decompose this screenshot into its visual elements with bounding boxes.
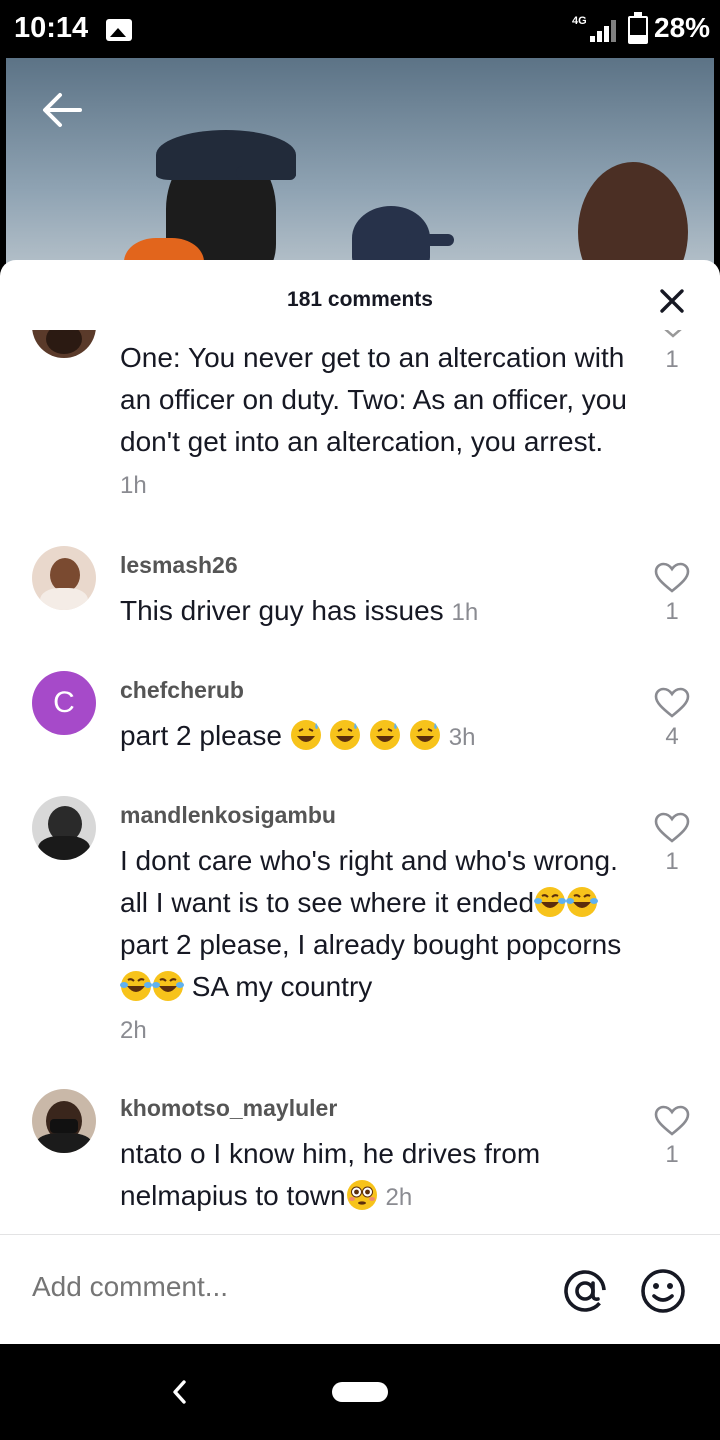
like-count: 1	[665, 598, 679, 625]
like-count: 4	[665, 723, 679, 750]
like-count: 1	[665, 848, 679, 875]
at-icon[interactable]	[562, 1268, 608, 1314]
comment-time: 2h	[385, 1184, 413, 1211]
avatar[interactable]	[32, 330, 96, 358]
tears-of-joy-emoji-icon	[534, 887, 567, 917]
comments-list[interactable]: One: You never get to an altercation wit…	[0, 330, 720, 1234]
comment-time: 2h	[120, 1017, 147, 1044]
grinning-sweat-emoji-icon	[410, 720, 441, 750]
avatar[interactable]	[32, 1089, 96, 1153]
comment-time: 1h	[451, 599, 479, 626]
comments-sheet: 181 comments One: You never get to an al…	[0, 260, 720, 1344]
avatar[interactable]: C	[32, 671, 96, 735]
heart-icon[interactable]	[654, 687, 690, 719]
like-count: 1	[665, 1141, 679, 1168]
comment-username[interactable]: lesmash26	[120, 552, 238, 579]
battery-icon	[628, 12, 648, 44]
comment-time: 1h	[120, 472, 147, 499]
comment-username[interactable]: chefcherub	[120, 677, 244, 704]
tears-of-joy-emoji-icon	[120, 971, 152, 1001]
comment-input[interactable]	[32, 1271, 512, 1303]
comment-body-end: SA my country	[184, 971, 373, 1002]
video-thumbnail[interactable]	[6, 58, 714, 278]
grinning-sweat-emoji-icon	[290, 720, 321, 750]
heart-icon[interactable]	[654, 562, 690, 594]
comment-body: One: You never get to an altercation wit…	[120, 342, 627, 457]
close-icon[interactable]	[658, 287, 686, 315]
comment-body-cont: part 2 please, I already bought popcorns	[120, 929, 622, 960]
like-count: 1	[665, 346, 679, 373]
flushed-emoji-icon	[346, 1180, 377, 1210]
video-person-2-cap-brim	[406, 234, 454, 246]
avatar[interactable]	[32, 546, 96, 610]
system-nav-bar	[0, 1344, 720, 1440]
comment-text: This driver guy has issues 1h	[120, 590, 630, 634]
comment-time: 3h	[448, 724, 476, 751]
nav-back-icon[interactable]	[168, 1372, 192, 1412]
comment-body: This driver guy has issues	[120, 595, 444, 626]
tears-of-joy-emoji-icon	[152, 971, 184, 1001]
nav-home-pill[interactable]	[332, 1382, 388, 1402]
comment-text: part 2 please 3h	[120, 715, 630, 759]
comment-username[interactable]: mandlenkosigambu	[120, 802, 336, 829]
tears-of-joy-emoji-icon	[566, 887, 599, 917]
heart-icon[interactable]	[654, 1105, 690, 1137]
grinning-sweat-emoji-icon	[330, 720, 361, 750]
image-notification-icon	[106, 19, 132, 41]
status-bar: 10:14 4G 28%	[0, 0, 720, 60]
network-type-label: 4G	[572, 15, 587, 27]
comment-username[interactable]: khomotso_mayluler	[120, 1095, 337, 1122]
comment-text: One: You never get to an altercation wit…	[120, 337, 630, 507]
comment-text: ntato o I know him, he drives from nelma…	[120, 1133, 630, 1219]
status-time: 10:14	[14, 12, 89, 44]
heart-icon[interactable]	[654, 812, 690, 844]
comments-count-title: 181 comments	[287, 288, 433, 311]
arrow-left-icon[interactable]	[40, 90, 84, 130]
grinning-sweat-emoji-icon	[370, 720, 401, 750]
avatar[interactable]	[32, 796, 96, 860]
comment-body: part 2 please	[120, 720, 282, 751]
comment-text: I dont care who's right and who's wrong.…	[120, 840, 630, 1052]
battery-percentage: 28%	[654, 12, 711, 43]
video-person-cap-brim	[236, 166, 296, 180]
comment-input-bar	[0, 1234, 720, 1344]
comment-body: ntato o I know him, he drives from nelma…	[120, 1138, 541, 1211]
emoji-icon[interactable]	[640, 1268, 686, 1314]
signal-icon	[590, 18, 620, 42]
chevron-down-icon	[664, 330, 682, 338]
